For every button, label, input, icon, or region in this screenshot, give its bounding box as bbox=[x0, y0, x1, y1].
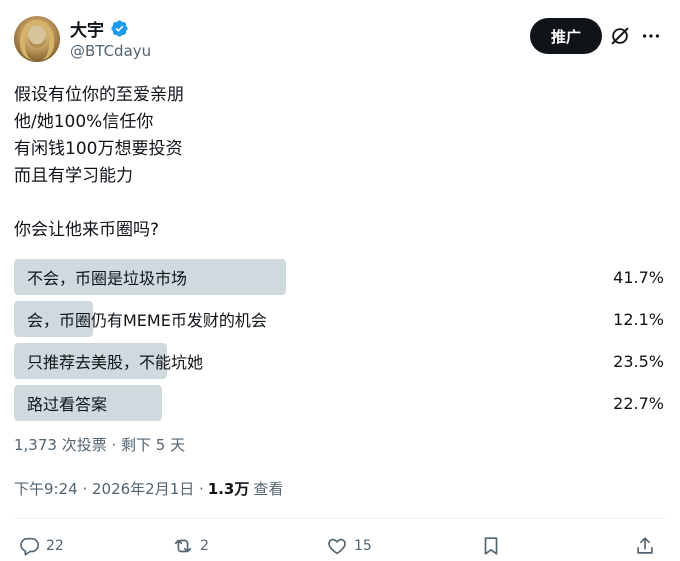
repost-count: 2 bbox=[200, 538, 209, 554]
tweet-header: 大宇 @BTCdayu 推广 bbox=[0, 0, 680, 72]
tweet-body: 假设有位你的至爱亲朋 他/她100%信任你 有闲钱100万想要投资 而且有学习能… bbox=[14, 82, 654, 244]
reply-count: 22 bbox=[46, 538, 64, 554]
poll-option: 会，币圈仍有MEME币发财的机会 12.1% bbox=[14, 301, 666, 337]
views-label: 查看 bbox=[253, 480, 284, 498]
poll-option-percent: 22.7% bbox=[613, 393, 664, 413]
tweet-line: 而且有学习能力 bbox=[14, 166, 133, 186]
reply-button[interactable]: 22 bbox=[18, 535, 64, 557]
poll-option: 不会，币圈是垃圾市场 41.7% bbox=[14, 259, 666, 295]
more-options-icon[interactable] bbox=[640, 25, 662, 47]
poll-option-label: 路过看答案 bbox=[27, 395, 108, 414]
poll: 不会，币圈是垃圾市场 41.7% 会，币圈仍有MEME币发财的机会 12.1% … bbox=[14, 259, 666, 427]
promote-button[interactable]: 推广 bbox=[530, 18, 602, 54]
reply-icon bbox=[20, 537, 39, 556]
action-bar: 22 2 15 bbox=[0, 530, 680, 561]
divider bbox=[14, 518, 666, 519]
author-name-row: 大宇 bbox=[70, 16, 129, 41]
poll-option-percent: 12.1% bbox=[613, 309, 664, 329]
poll-option-percent: 41.7% bbox=[613, 267, 664, 287]
tweet-line: 有闲钱100万想要投资 bbox=[14, 139, 183, 159]
grok-icon[interactable] bbox=[609, 25, 631, 47]
timestamp-time[interactable]: 下午9:24 · 2026年2月1日 · bbox=[14, 478, 204, 499]
tweet-line: 假设有位你的至爱亲朋 bbox=[14, 85, 184, 105]
repost-icon bbox=[174, 539, 192, 553]
avatar[interactable] bbox=[14, 16, 60, 62]
like-button[interactable]: 15 bbox=[326, 535, 372, 557]
tweet-question: 你会让他来币圈吗? bbox=[14, 220, 160, 240]
verified-badge-icon bbox=[111, 20, 128, 37]
heart-icon bbox=[328, 538, 346, 555]
poll-option-percent: 23.5% bbox=[613, 351, 664, 371]
repost-button[interactable]: 2 bbox=[172, 535, 209, 557]
bookmark-icon bbox=[484, 537, 498, 555]
tweet-spacer bbox=[14, 190, 654, 217]
tweet-line: 他/她100%信任你 bbox=[14, 112, 154, 132]
poll-option: 只推荐去美股，不能坑她 23.5% bbox=[14, 343, 666, 379]
share-icon bbox=[637, 537, 653, 554]
poll-option-label: 只推荐去美股，不能坑她 bbox=[27, 353, 204, 372]
poll-meta: 1,373 次投票 · 剩下 5 天 bbox=[14, 436, 186, 454]
bookmark-button[interactable] bbox=[480, 535, 502, 557]
author-handle[interactable]: @BTCdayu bbox=[70, 42, 151, 60]
avatar-face bbox=[28, 26, 46, 48]
tweet-timestamp: 下午9:24 · 2026年2月1日 · 1.3万 查看 bbox=[14, 478, 283, 499]
poll-option-label: 会，币圈仍有MEME币发财的机会 bbox=[27, 311, 267, 330]
poll-option: 路过看答案 22.7% bbox=[14, 385, 666, 421]
like-count: 15 bbox=[354, 538, 372, 554]
views-count[interactable]: 1.3万 bbox=[208, 478, 250, 499]
share-button[interactable] bbox=[634, 535, 656, 557]
author-name[interactable]: 大宇 bbox=[70, 16, 104, 41]
poll-option-label: 不会，币圈是垃圾市场 bbox=[27, 269, 188, 288]
